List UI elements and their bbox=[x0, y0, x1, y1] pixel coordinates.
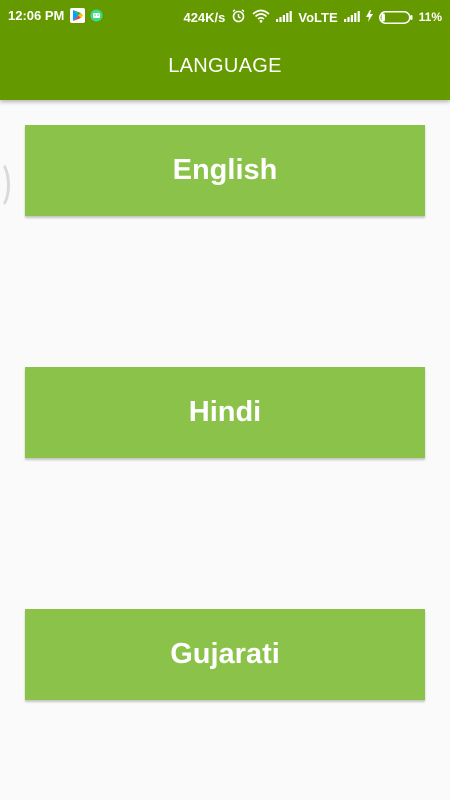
status-bar: 12:06 PM 424K/s VoLTE 11% bbox=[0, 0, 450, 32]
play-store-icon bbox=[70, 8, 86, 23]
network-label: VoLTE bbox=[298, 9, 338, 25]
gujarati-button[interactable]: Gujarati bbox=[25, 609, 425, 700]
status-bar-right: 424K/s VoLTE 11% bbox=[183, 8, 442, 26]
hindi-button[interactable]: Hindi bbox=[25, 367, 425, 458]
english-button[interactable]: English bbox=[25, 125, 425, 216]
alarm-icon bbox=[231, 8, 246, 26]
android-icon bbox=[90, 9, 103, 22]
battery-icon bbox=[378, 10, 413, 24]
battery-percent: 11% bbox=[418, 10, 442, 24]
signal-icon bbox=[343, 10, 360, 25]
wifi-icon bbox=[252, 9, 270, 26]
app-bar: 12:06 PM 424K/s VoLTE 11% LANGUAGE bbox=[0, 0, 450, 100]
language-list: English Hindi Gujarati bbox=[0, 100, 450, 800]
toolbar: LANGUAGE bbox=[0, 32, 450, 100]
page-title: LANGUAGE bbox=[168, 54, 282, 77]
charging-icon bbox=[365, 9, 373, 25]
signal-icon bbox=[276, 10, 293, 25]
status-time: 12:06 PM bbox=[8, 8, 65, 23]
status-bar-left: 12:06 PM bbox=[8, 8, 103, 23]
net-speed: 424K/s bbox=[183, 9, 226, 25]
